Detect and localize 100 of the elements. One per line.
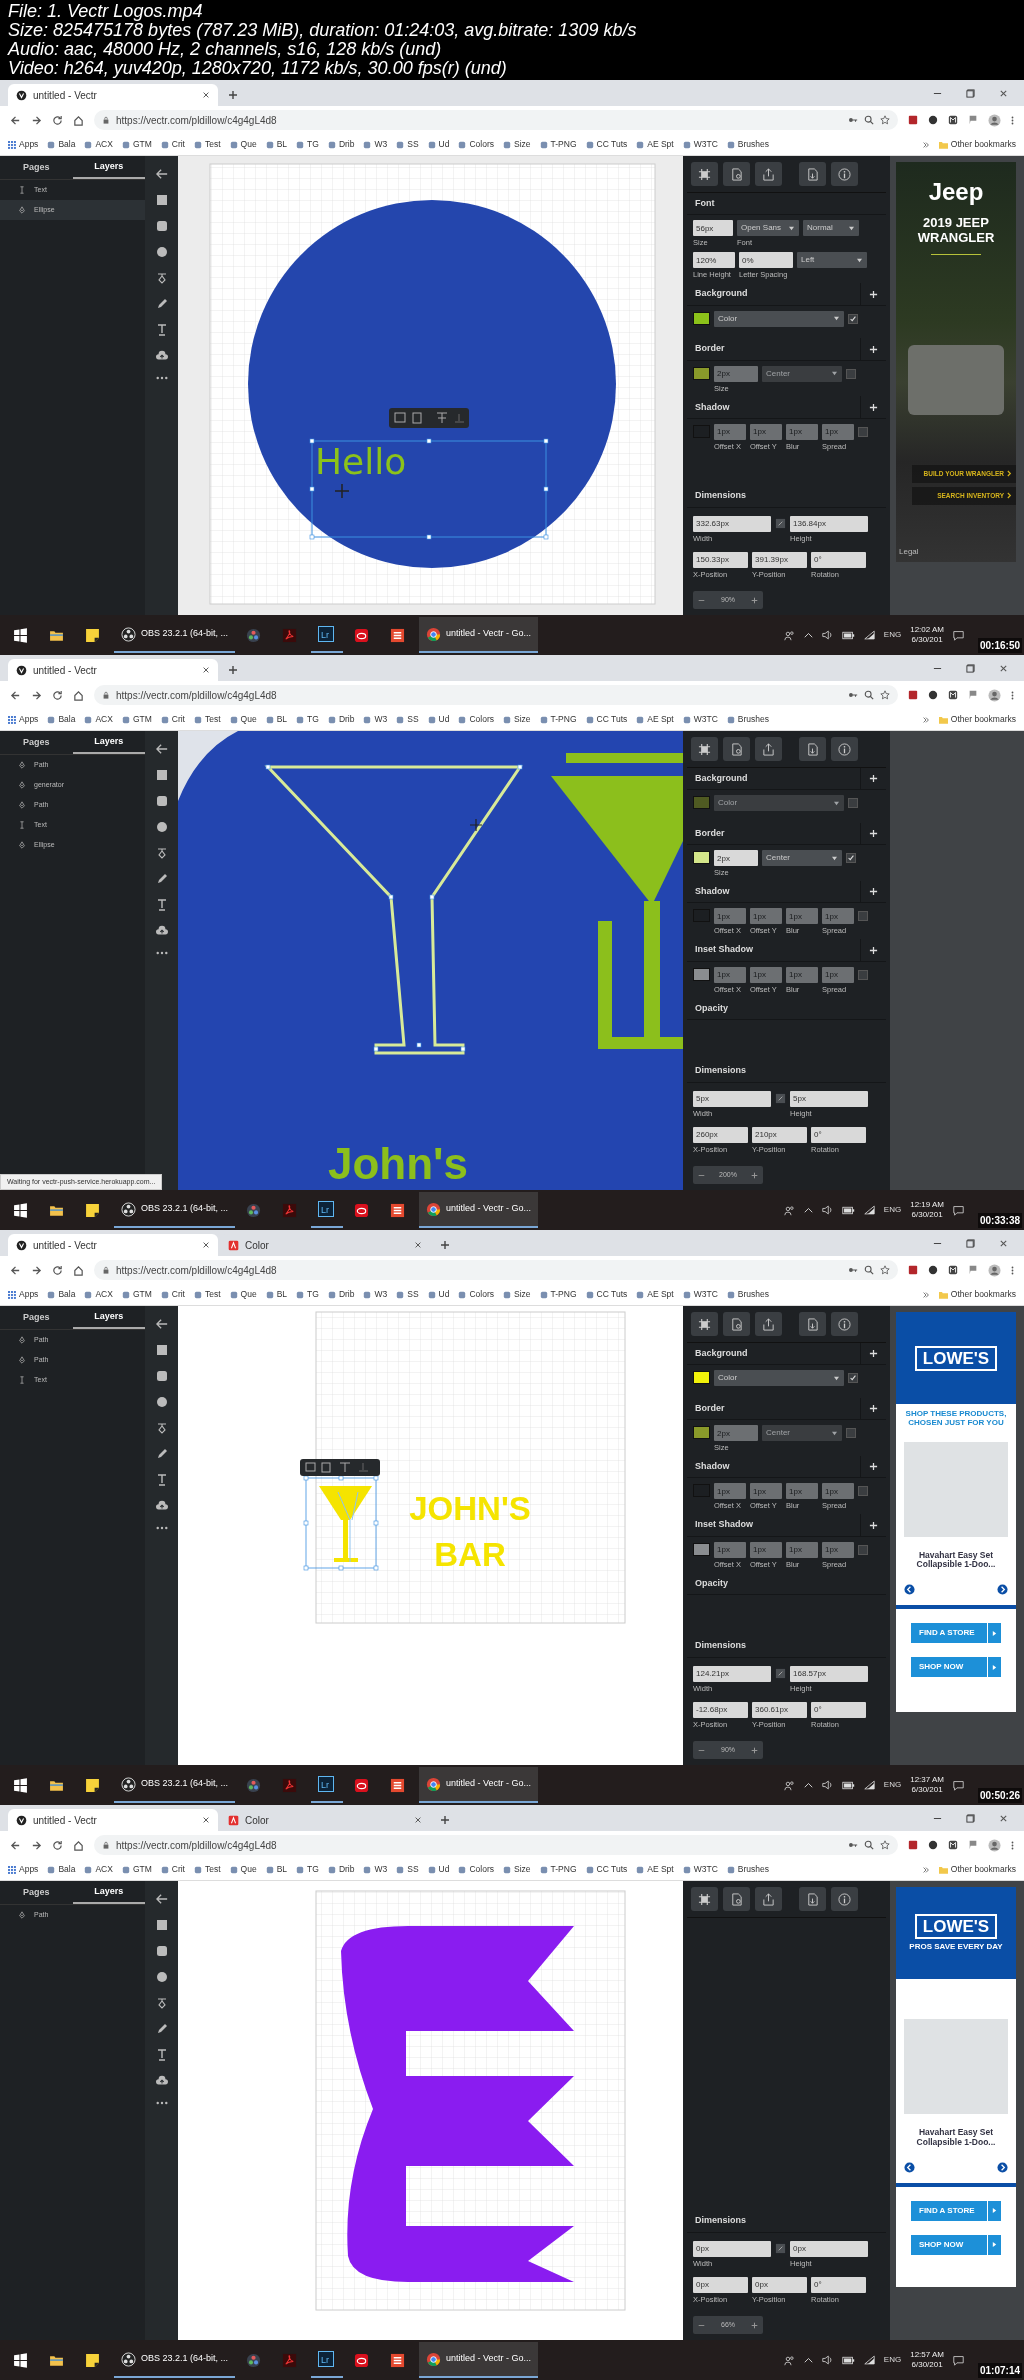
bookmark[interactable]: W3TC	[682, 138, 718, 151]
more-bookmarks-icon[interactable]	[921, 1865, 930, 1874]
bookmark[interactable]: GTM	[121, 1288, 152, 1301]
bookmark[interactable]: Drib	[327, 1288, 355, 1301]
bookmark[interactable]: CC Tuts	[585, 138, 628, 151]
taskbar-button[interactable]: OBS 23.2.1 (64-bit, ...	[114, 2342, 236, 2378]
product-name[interactable]: Havahart Easy Set Collapsible 1-Doo...	[896, 2128, 1016, 2148]
reload-icon[interactable]	[52, 1264, 63, 1276]
next-button[interactable]	[997, 1584, 1008, 1596]
language-indicator[interactable]: ENG	[883, 1779, 902, 1791]
pen-tool-icon[interactable]	[155, 1422, 168, 1434]
input-field[interactable]: 2px	[714, 850, 758, 866]
bookmark[interactable]: Brushes	[726, 1288, 769, 1301]
page-settings-button[interactable]	[723, 1887, 750, 1911]
input-field[interactable]: 136.84px	[790, 515, 868, 532]
chevron-up-icon[interactable]	[803, 632, 813, 638]
input-field[interactable]: 210px	[752, 1126, 807, 1143]
new-tab-icon[interactable]	[228, 665, 238, 675]
ellipse-tool-icon[interactable]	[155, 821, 168, 833]
grid-button[interactable]	[691, 162, 718, 186]
address-bar[interactable]: https://vectr.com/pldillow/c4g4gL4d8	[94, 110, 898, 130]
bookmark[interactable]: SS	[396, 713, 419, 726]
back-arrow-icon[interactable]	[155, 743, 168, 755]
checkbox[interactable]	[848, 1373, 858, 1383]
bookmark[interactable]: Drib	[327, 1863, 355, 1876]
bookmark[interactable]: Bala	[47, 1288, 76, 1301]
bookmark[interactable]: Brushes	[726, 138, 769, 151]
ellipse-tool-icon[interactable]	[155, 246, 168, 258]
pencil-tool-icon[interactable]	[155, 873, 168, 885]
forward-icon[interactable]	[31, 689, 42, 701]
lock-ratio-button[interactable]	[775, 2242, 786, 2254]
bookmark[interactable]: Apps	[8, 138, 39, 151]
bookmark[interactable]: AE Spt	[636, 1288, 674, 1301]
bookmark[interactable]: Ud	[427, 1863, 450, 1876]
extension-icon[interactable]	[948, 115, 958, 125]
taskbar-button[interactable]: untitled - Vectr - Go...	[419, 1767, 539, 1803]
new-tab-icon[interactable]	[440, 1240, 450, 1250]
bookmark[interactable]: Que	[229, 138, 257, 151]
panel-tab[interactable]: Pages	[0, 1306, 73, 1329]
input-field[interactable]: -12.68px	[693, 1701, 748, 1718]
page-settings-button[interactable]	[723, 162, 750, 186]
bookmark[interactable]: Size	[503, 713, 531, 726]
upload-icon[interactable]	[155, 350, 168, 362]
reload-icon[interactable]	[52, 689, 63, 701]
people-icon[interactable]	[783, 1204, 795, 1216]
pencil-tool-icon[interactable]	[155, 1448, 168, 1460]
text-tool-icon[interactable]	[155, 2049, 168, 2061]
more-icon[interactable]	[155, 2101, 168, 2105]
ad-banner[interactable]: LOWE'S PROS SAVE EVERY DAY Havahart Easy Set Collapsible 1-Doo... FIND A STORE SHOP NOW	[896, 1887, 1016, 2287]
language-indicator[interactable]: ENG	[883, 2354, 902, 2366]
forward-icon[interactable]	[31, 1839, 42, 1851]
taskbar-button[interactable]: Lr	[311, 617, 344, 653]
close-icon[interactable]	[999, 1813, 1008, 1823]
menu-icon[interactable]	[1011, 689, 1014, 701]
input-field[interactable]: 120%	[693, 252, 735, 269]
language-indicator[interactable]: ENG	[883, 629, 902, 641]
extension-icon[interactable]	[948, 690, 958, 700]
bookmark[interactable]: SS	[396, 1863, 419, 1876]
home-icon[interactable]	[73, 1264, 84, 1276]
ad-banner[interactable]: LOWE'S SHOP THESE PRODUCTS, CHOSEN JUST FOR YOU Havahart Easy Set Collapsible 1-Doo... FIND A STORE SHOP NOW	[896, 1312, 1016, 1712]
page-settings-button[interactable]	[723, 737, 750, 761]
upload-icon[interactable]	[155, 2075, 168, 2087]
taskbar-button[interactable]: Lr	[311, 1192, 344, 1228]
bookmark[interactable]: Apps	[8, 1863, 39, 1876]
export-button[interactable]	[799, 737, 826, 761]
pen-tool-icon[interactable]	[155, 1997, 168, 2009]
bookmark[interactable]: Size	[503, 138, 531, 151]
bookmark[interactable]: W3	[363, 138, 388, 151]
clock-time[interactable]: 12:19 AM	[910, 1199, 944, 1210]
bookmark[interactable]: W3TC	[682, 1288, 718, 1301]
input-field[interactable]: 0°	[811, 551, 866, 568]
menu-icon[interactable]	[1011, 1264, 1014, 1276]
close-icon[interactable]	[202, 1816, 210, 1824]
bookmark[interactable]: Apps	[8, 713, 39, 726]
pen-tool-icon[interactable]	[155, 847, 168, 859]
bookmark[interactable]: Colors	[458, 138, 494, 151]
previous-button[interactable]	[904, 2161, 915, 2173]
input-field[interactable]: 391.39px	[752, 551, 807, 568]
bookmark[interactable]: Brushes	[726, 713, 769, 726]
input-field[interactable]: 0°	[811, 2276, 866, 2293]
speaker-icon[interactable]	[821, 1780, 833, 1790]
bookmark[interactable]: T-PNG	[539, 1863, 577, 1876]
taskbar-button[interactable]: Lr	[311, 2342, 344, 2378]
avatar-icon[interactable]	[988, 1263, 1001, 1277]
input-field[interactable]: 56px	[693, 220, 733, 236]
bookmark[interactable]: CC Tuts	[585, 1863, 628, 1876]
clock-time[interactable]: 12:02 AM	[910, 624, 944, 635]
people-icon[interactable]	[783, 629, 795, 641]
bookmark[interactable]: ACX	[84, 138, 113, 151]
bookmark[interactable]: Other bookmarks	[938, 1288, 1016, 1301]
bookmark[interactable]: AE Spt	[636, 138, 674, 151]
taskbar-button[interactable]: OBS 23.2.1 (64-bit, ...	[114, 617, 236, 653]
bookmark[interactable]: BL	[265, 138, 288, 151]
bookmark[interactable]: T-PNG	[539, 1288, 577, 1301]
dropdown[interactable]: Center	[762, 850, 842, 866]
input-field[interactable]: 0°	[811, 1701, 866, 1718]
clock-time[interactable]: 12:57 AM	[910, 2349, 944, 2360]
bookmark[interactable]: Apps	[8, 1288, 39, 1301]
bookmark[interactable]: Bala	[47, 713, 76, 726]
bookmark[interactable]: Bala	[47, 1863, 76, 1876]
